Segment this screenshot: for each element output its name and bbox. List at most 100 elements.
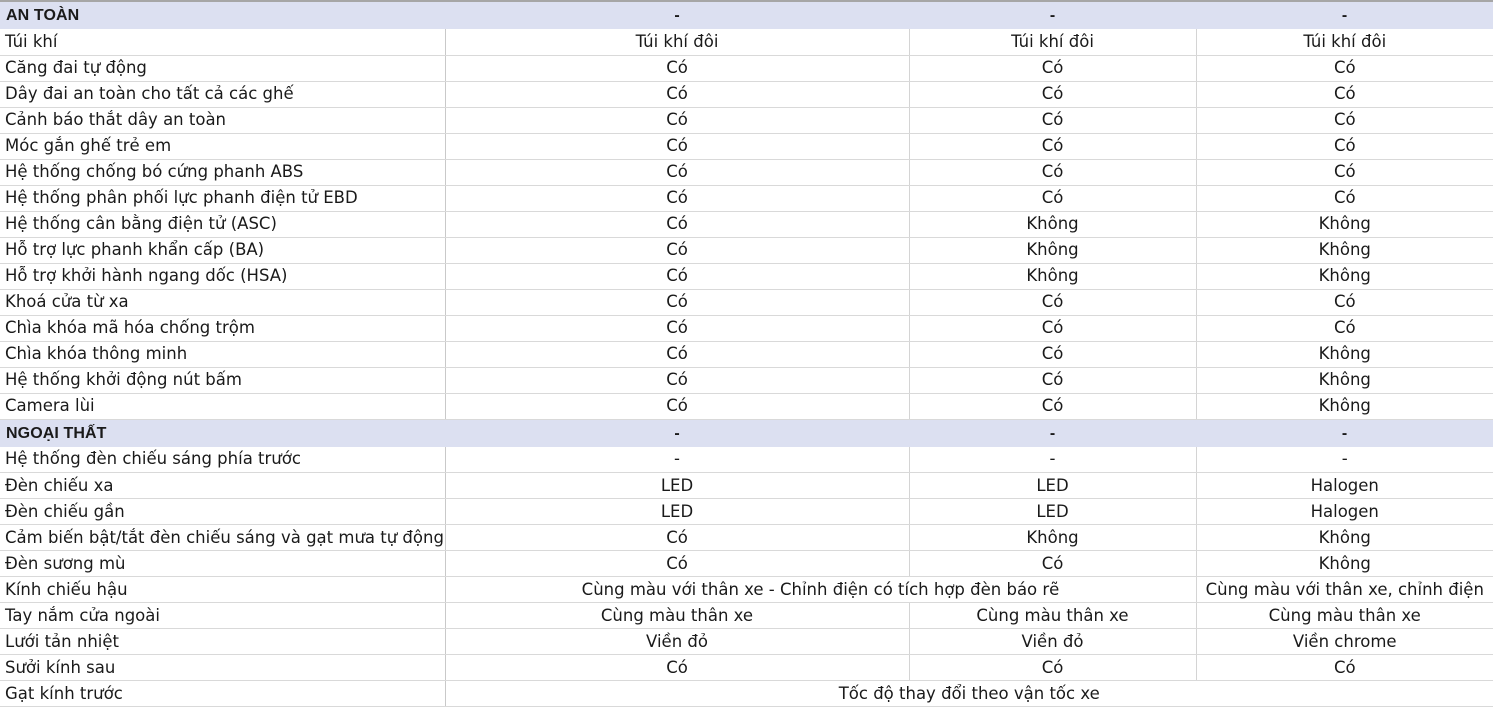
feature-value: Có xyxy=(909,107,1197,134)
feature-value: Cùng màu thân xe xyxy=(445,602,910,629)
table-row: Hệ thống cân bằng điện tử (ASC) Có Không… xyxy=(0,211,1493,238)
feature-value: Có xyxy=(909,55,1197,82)
feature-value: Có xyxy=(445,367,910,394)
feature-value: Có xyxy=(445,159,910,186)
feature-value: Có xyxy=(445,550,910,577)
feature-value: Không xyxy=(909,211,1197,238)
feature-value: Có xyxy=(445,289,910,316)
feature-value: Không xyxy=(1196,393,1493,420)
feature-value: Có xyxy=(445,393,910,420)
feature-label: Hỗ trợ lực phanh khẩn cấp (BA) xyxy=(0,237,446,264)
table-row: Căng đai tự động Có Có Có xyxy=(0,55,1493,82)
feature-value: Có xyxy=(909,367,1197,394)
feature-value: LED xyxy=(909,498,1197,525)
feature-value: LED xyxy=(445,498,910,525)
feature-label: Kính chiếu hậu xyxy=(0,576,446,603)
table-row: Hệ thống phân phối lực phanh điện tử EBD… xyxy=(0,185,1493,212)
feature-value: Không xyxy=(909,524,1197,551)
feature-value: Có xyxy=(445,263,910,290)
feature-value: Có xyxy=(445,133,910,160)
spec-comparison-sheet: AN TOÀN - - - Túi khí Túi khí đôi Túi kh… xyxy=(0,0,1493,707)
table-row: Lưới tản nhiệt Viền đỏ Viền đỏ Viền chro… xyxy=(0,628,1493,655)
feature-label: Đèn chiếu gần xyxy=(0,498,446,525)
spec-table-body: AN TOÀN - - - Túi khí Túi khí đôi Túi kh… xyxy=(0,2,1493,707)
feature-value: Cùng màu thân xe xyxy=(1196,602,1493,629)
section-title: AN TOÀN xyxy=(0,2,445,29)
table-row: Kính chiếu hậu Cùng màu với thân xe - Ch… xyxy=(0,576,1493,603)
feature-value: Có xyxy=(445,81,910,108)
feature-value: Túi khí đôi xyxy=(1196,29,1493,56)
feature-value: Có xyxy=(909,315,1197,342)
table-row: Hỗ trợ lực phanh khẩn cấp (BA) Có Không … xyxy=(0,237,1493,264)
feature-value: Không xyxy=(909,263,1197,290)
feature-label: Chìa khóa mã hóa chống trộm xyxy=(0,315,446,342)
feature-value: Túi khí đôi xyxy=(909,29,1197,56)
feature-value: LED xyxy=(445,472,910,499)
table-row: Chìa khóa thông minh Có Có Không xyxy=(0,341,1493,368)
feature-value: Có xyxy=(909,185,1197,212)
table-row: Tay nắm cửa ngoài Cùng màu thân xe Cùng … xyxy=(0,602,1493,629)
feature-value: Có xyxy=(909,81,1197,108)
feature-value: Có xyxy=(1196,81,1493,108)
table-row: Camera lùi Có Có Không xyxy=(0,393,1493,420)
feature-value: LED xyxy=(909,472,1197,499)
feature-value: Không xyxy=(1196,263,1493,290)
feature-value: Có xyxy=(445,237,910,264)
table-row: Móc gắn ghế trẻ em Có Có Có xyxy=(0,133,1493,160)
feature-value: - xyxy=(445,446,910,473)
feature-label: Chìa khóa thông minh xyxy=(0,341,446,368)
feature-label: Đèn chiếu xa xyxy=(0,472,446,499)
table-row: Sưởi kính sau Có Có Có xyxy=(0,654,1493,681)
feature-value: Có xyxy=(909,393,1197,420)
feature-value: Có xyxy=(1196,315,1493,342)
table-row: Chìa khóa mã hóa chống trộm Có Có Có xyxy=(0,315,1493,342)
feature-value: Có xyxy=(445,185,910,212)
feature-value: Halogen xyxy=(1196,498,1493,525)
spec-table: AN TOÀN - - - Túi khí Túi khí đôi Túi kh… xyxy=(0,2,1493,707)
table-row: Hệ thống khởi động nút bấm Có Có Không xyxy=(0,367,1493,394)
section-header-value: - xyxy=(1196,2,1493,29)
feature-label: Lưới tản nhiệt xyxy=(0,628,446,655)
feature-label: Hệ thống đèn chiếu sáng phía trước xyxy=(0,446,446,473)
feature-label: Hệ thống chống bó cứng phanh ABS xyxy=(0,159,446,186)
feature-value-merged: Cùng màu với thân xe - Chỉnh điện có tíc… xyxy=(445,576,1197,603)
feature-label: Đèn sương mù xyxy=(0,550,446,577)
section-header-value: - xyxy=(445,2,909,29)
feature-value: Có xyxy=(1196,107,1493,134)
section-title: NGOẠI THẤT xyxy=(0,419,445,447)
feature-label: Gạt kính trước xyxy=(0,680,446,707)
feature-value: - xyxy=(1196,446,1493,473)
feature-label: Hệ thống cân bằng điện tử (ASC) xyxy=(0,211,446,238)
feature-value: Không xyxy=(1196,211,1493,238)
feature-label: Dây đai an toàn cho tất cả các ghế xyxy=(0,81,446,108)
feature-value: Viền đỏ xyxy=(445,628,910,655)
feature-value: Có xyxy=(445,55,910,82)
feature-label: Hệ thống khởi động nút bấm xyxy=(0,367,446,394)
feature-value: Có xyxy=(445,315,910,342)
feature-label: Hỗ trợ khởi hành ngang dốc (HSA) xyxy=(0,263,446,290)
feature-label: Cảm biến bật/tắt đèn chiếu sáng và gạt m… xyxy=(0,524,446,551)
feature-label: Camera lùi xyxy=(0,393,446,420)
feature-label: Hệ thống phân phối lực phanh điện tử EBD xyxy=(0,185,446,212)
section-header-value: - xyxy=(909,419,1196,447)
table-row: Đèn sương mù Có Có Không xyxy=(0,550,1493,577)
feature-value: Halogen xyxy=(1196,472,1493,499)
section-header-row: AN TOÀN - - - xyxy=(0,2,1493,29)
feature-value: Có xyxy=(445,107,910,134)
feature-value: Có xyxy=(909,341,1197,368)
table-row: Khoá cửa từ xa Có Có Có xyxy=(0,289,1493,316)
feature-value: Có xyxy=(445,211,910,238)
feature-value: Có xyxy=(1196,654,1493,681)
table-row: Đèn chiếu xa LED LED Halogen xyxy=(0,472,1493,499)
feature-label: Cảnh báo thắt dây an toàn xyxy=(0,107,446,134)
feature-value: Không xyxy=(1196,367,1493,394)
section-header-value: - xyxy=(1196,419,1493,447)
feature-label: Túi khí xyxy=(0,29,446,56)
table-row: Dây đai an toàn cho tất cả các ghế Có Có… xyxy=(0,81,1493,108)
feature-value: Có xyxy=(909,654,1197,681)
feature-value: Có xyxy=(445,524,910,551)
feature-value: Viền chrome xyxy=(1196,628,1493,655)
section-header-value: - xyxy=(909,2,1196,29)
feature-value-merged: Tốc độ thay đổi theo vận tốc xe xyxy=(445,680,1493,707)
feature-value: Cùng màu với thân xe, chỉnh điện xyxy=(1196,576,1493,603)
